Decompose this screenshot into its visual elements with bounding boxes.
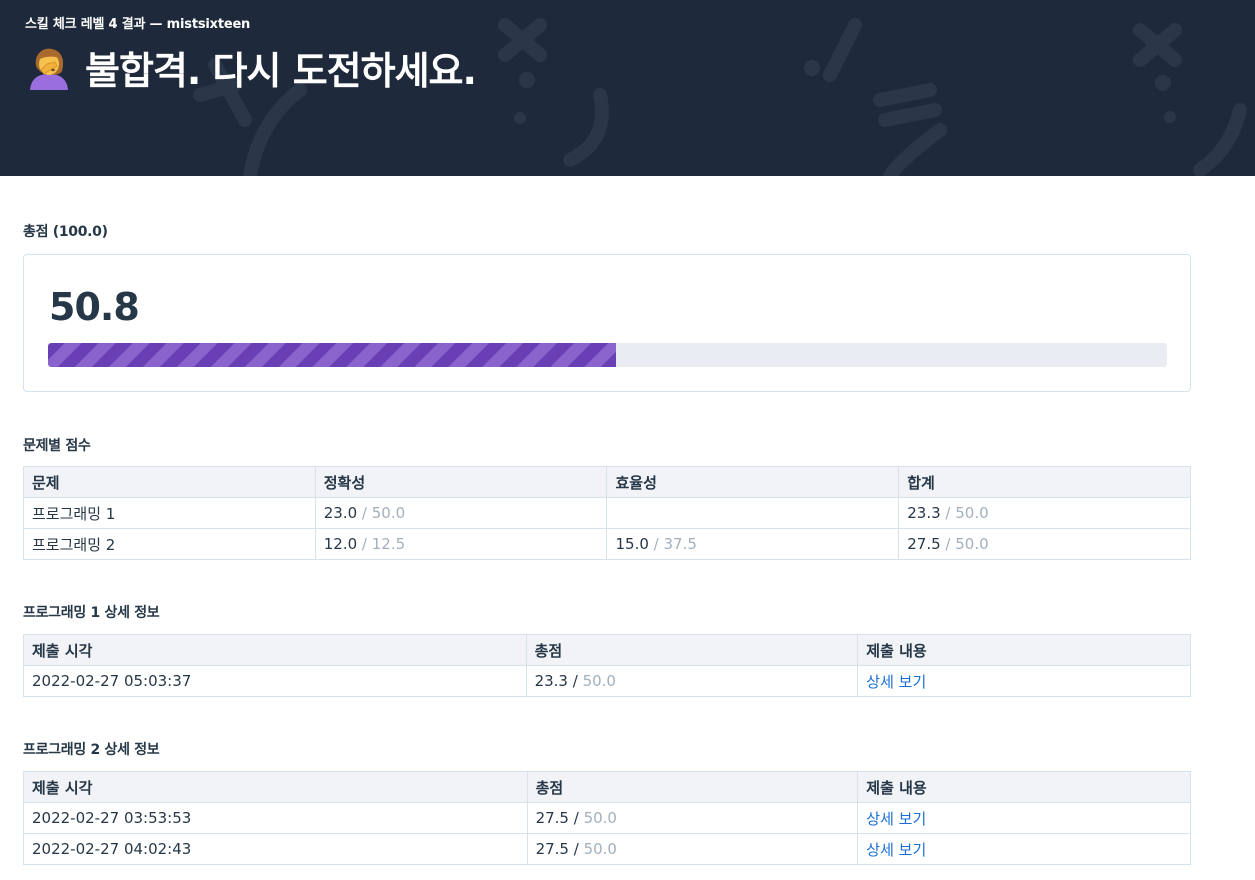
page-title: 불합격. 다시 도전하세요. [25, 40, 477, 95]
problem-scores-table: 문제 정확성 효율성 합계 프로그래밍 1 23.0 / 50.0 23.3 /… [23, 466, 1191, 560]
column-header: 총점 [526, 771, 859, 803]
accuracy-max: / 12.5 [361, 535, 406, 553]
column-header: 제출 시각 [23, 634, 527, 666]
accuracy-score: 23.0 [323, 504, 358, 522]
table-header-row: 제출 시각 총점 제출 내용 [23, 634, 1191, 666]
column-header: 합계 [898, 466, 1191, 498]
total-score-card: 50.8 [23, 254, 1191, 392]
submission-max: 50.0 [583, 809, 617, 827]
efficiency-score: 15.0 [615, 535, 649, 553]
submission-max: 50.0 [582, 672, 616, 690]
problem-name: 프로그래밍 1 [23, 497, 316, 529]
detail-1-title: 프로그래밍 1 상세 정보 [23, 605, 160, 621]
accuracy-max: / 50.0 [361, 504, 406, 522]
detail-2-title: 프로그래밍 2 상세 정보 [23, 742, 160, 758]
result-title: 불합격. 다시 도전하세요. [85, 49, 477, 93]
header-subtitle: 스킬 체크 레벨 4 결과 — mistsixteen [25, 17, 251, 32]
table-row: 프로그래밍 2 12.0 / 12.5 15.0 / 37.5 27.5 / 5… [23, 528, 1191, 560]
table-row: 2022-02-27 03:53:53 27.5 / 50.0 상세 보기 [23, 802, 1191, 834]
result-header: 스킬 체크 레벨 4 결과 — mistsixteen 불합격. 다시 도전하세… [0, 0, 1255, 176]
score-progress-bar [48, 343, 1167, 367]
total-max: / 50.0 [945, 535, 989, 553]
column-header: 제출 내용 [857, 634, 1191, 666]
accuracy-cell: 23.0 / 50.0 [314, 497, 608, 529]
table-row: 2022-02-27 05:03:37 23.3 / 50.0 상세 보기 [23, 665, 1191, 697]
submission-score: 27.5 [535, 840, 569, 858]
accuracy-score: 12.0 [323, 535, 358, 553]
total-max: / 50.0 [945, 504, 989, 522]
view-details-link[interactable]: 상세 보기 [866, 673, 926, 691]
submission-link-cell: 상세 보기 [857, 665, 1191, 697]
total-score-value: 50.8 [49, 285, 140, 329]
efficiency-max: / 37.5 [653, 535, 697, 553]
efficiency-cell: 15.0 / 37.5 [606, 528, 900, 560]
detail-2-table: 제출 시각 총점 제출 내용 2022-02-27 03:53:53 27.5 … [23, 771, 1191, 865]
score-progress-fill [48, 343, 617, 367]
submission-link-cell: 상세 보기 [857, 833, 1191, 865]
total-cell: 27.5 / 50.0 [898, 528, 1191, 560]
submission-time: 2022-02-27 04:02:43 [23, 833, 528, 865]
column-header: 문제 [23, 466, 316, 498]
table-row: 프로그래밍 1 23.0 / 50.0 23.3 / 50.0 [23, 497, 1191, 529]
column-header: 총점 [525, 634, 859, 666]
submission-score-cell: 27.5 / 50.0 [526, 802, 859, 834]
problem-scores-title: 문제별 점수 [23, 438, 91, 454]
table-header-row: 제출 시각 총점 제출 내용 [23, 771, 1191, 803]
total-score-label: 총점 (100.0) [23, 224, 108, 240]
total-score: 27.5 [907, 535, 941, 553]
submission-link-cell: 상세 보기 [857, 802, 1191, 834]
submission-score-cell: 27.5 / 50.0 [526, 833, 859, 865]
view-details-link[interactable]: 상세 보기 [866, 810, 926, 828]
submission-score-cell: 23.3 / 50.0 [525, 665, 859, 697]
column-header: 제출 시각 [23, 771, 528, 803]
efficiency-cell [606, 497, 900, 529]
detail-1-table: 제출 시각 총점 제출 내용 2022-02-27 05:03:37 23.3 … [23, 634, 1191, 697]
view-details-link[interactable]: 상세 보기 [866, 841, 926, 859]
total-cell: 23.3 / 50.0 [898, 497, 1191, 529]
total-score: 23.3 [907, 504, 941, 522]
submission-time: 2022-02-27 03:53:53 [23, 802, 528, 834]
submission-time: 2022-02-27 05:03:37 [23, 665, 527, 697]
table-header-row: 문제 정확성 효율성 합계 [23, 466, 1191, 498]
person-facepalming-icon [30, 48, 68, 90]
column-header: 제출 내용 [857, 771, 1191, 803]
submission-score: 23.3 [534, 672, 568, 690]
table-row: 2022-02-27 04:02:43 27.5 / 50.0 상세 보기 [23, 833, 1191, 865]
column-header: 효율성 [606, 466, 900, 498]
problem-name: 프로그래밍 2 [23, 528, 316, 560]
submission-score: 27.5 [535, 809, 569, 827]
column-header: 정확성 [314, 466, 608, 498]
submission-max: 50.0 [583, 840, 617, 858]
accuracy-cell: 12.0 / 12.5 [314, 528, 608, 560]
